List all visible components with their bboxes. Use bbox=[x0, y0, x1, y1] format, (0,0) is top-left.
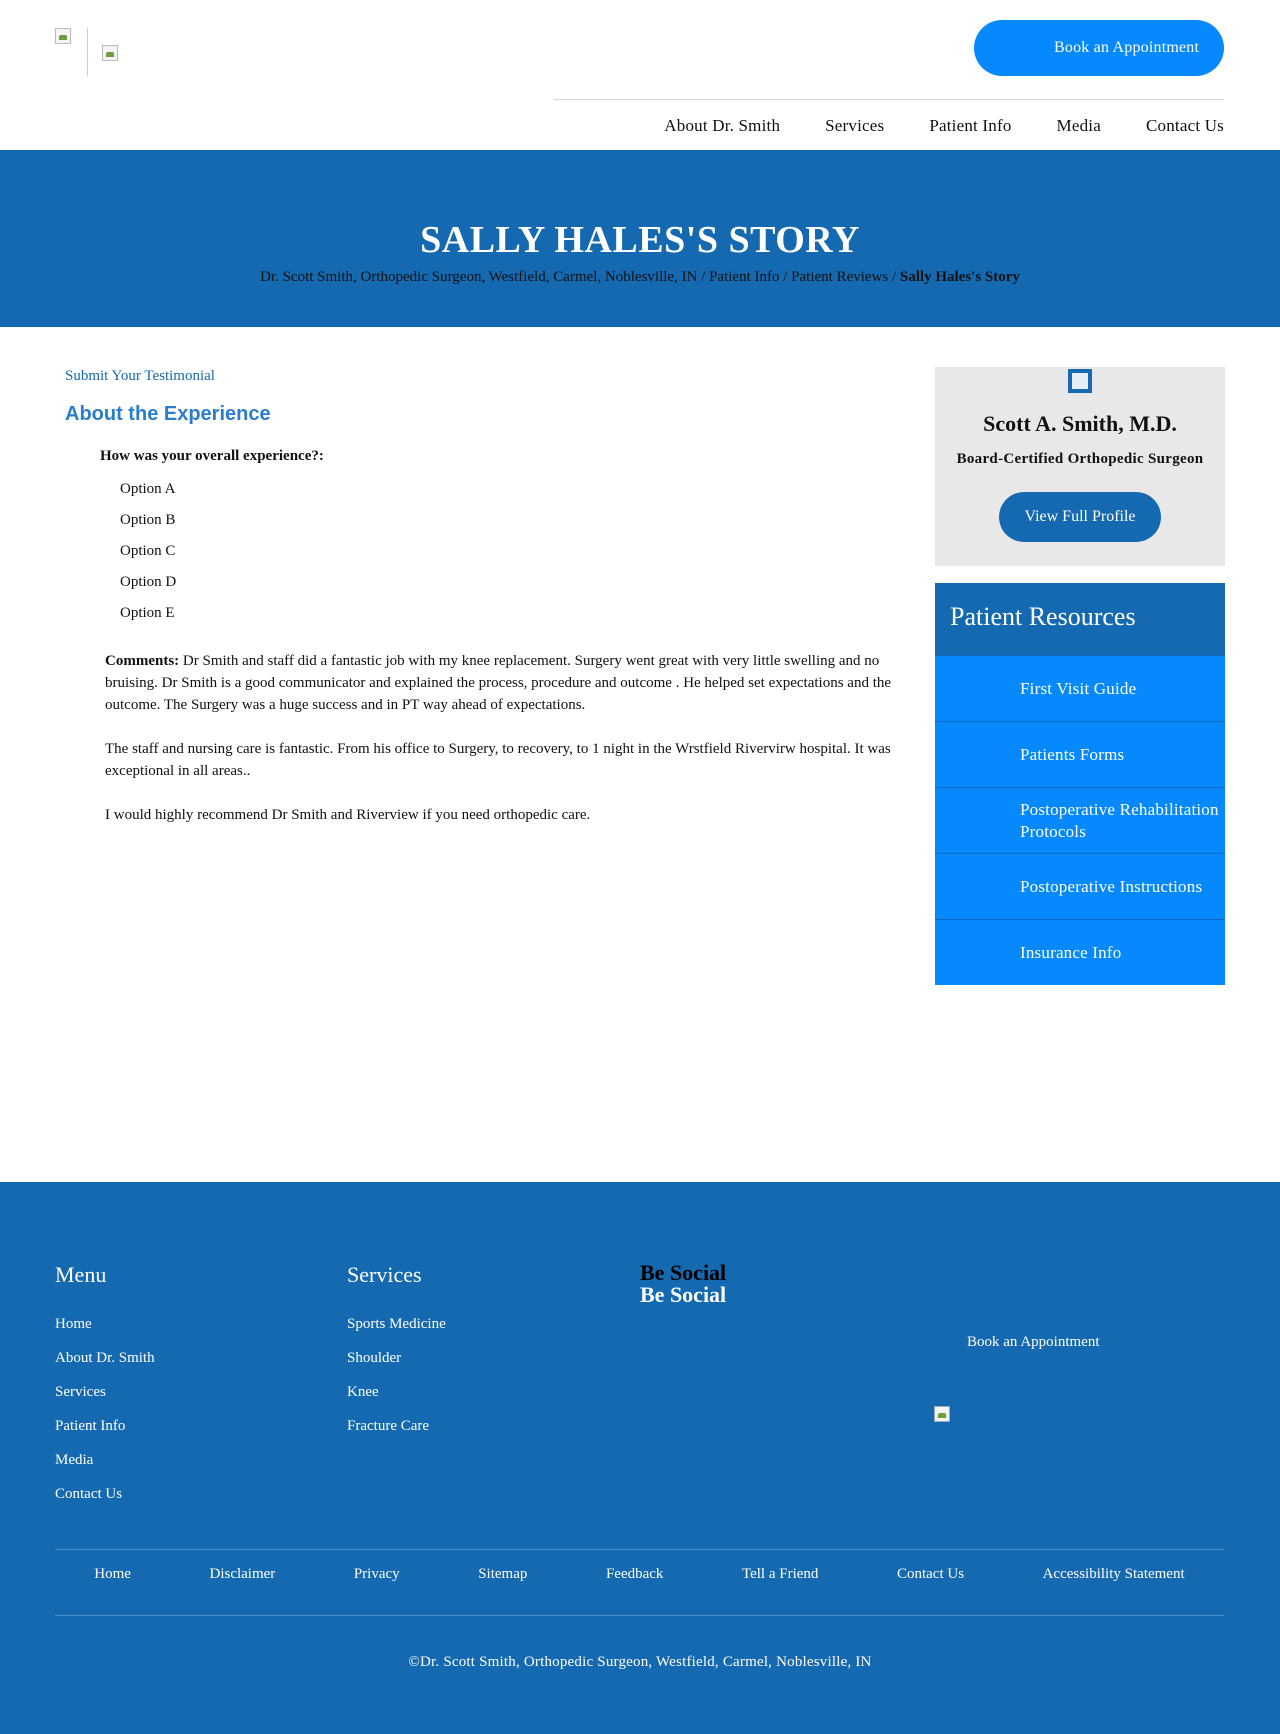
breadcrumb-separator: / bbox=[783, 269, 788, 285]
comments-block: Comments: Dr Smith and staff did a fanta… bbox=[105, 650, 895, 826]
footer-bottom-nav: Home Disclaimer Privacy Sitemap Feedback… bbox=[55, 1566, 1224, 1583]
doctor-photo bbox=[1068, 369, 1092, 393]
nav-media[interactable]: Media bbox=[1057, 116, 1101, 136]
breadcrumb-patient-info[interactable]: Patient Info bbox=[709, 269, 779, 285]
option-item: Option C bbox=[120, 543, 176, 559]
logo-image[interactable] bbox=[55, 28, 71, 44]
doctor-name: Scott A. Smith, M.D. bbox=[983, 411, 1177, 436]
resources-title: Patient Resources bbox=[935, 583, 1225, 655]
footer-menu-item[interactable]: Home bbox=[55, 1314, 155, 1348]
footer-service-item[interactable]: Sports Medicine bbox=[347, 1314, 446, 1348]
footer-service-item[interactable]: Knee bbox=[347, 1382, 446, 1416]
footer-menu-item[interactable]: About Dr. Smith bbox=[55, 1348, 155, 1382]
nav-contact[interactable]: Contact Us bbox=[1146, 116, 1224, 136]
bottom-nav-home[interactable]: Home bbox=[94, 1566, 131, 1583]
comments-paragraph: Dr Smith and staff did a fantastic job w… bbox=[105, 653, 892, 713]
nav-services[interactable]: Services bbox=[825, 116, 884, 136]
comments-label: Comments: bbox=[105, 653, 180, 669]
bottom-nav-tell-a-friend[interactable]: Tell a Friend bbox=[742, 1566, 818, 1583]
book-appointment-button[interactable]: Book an Appointment bbox=[974, 20, 1224, 76]
footer-logo-image[interactable] bbox=[934, 1406, 950, 1422]
bottom-nav-accessibility[interactable]: Accessibility Statement bbox=[1043, 1566, 1185, 1583]
option-item: Option A bbox=[120, 481, 176, 497]
footer-services: Services Sports Medicine Shoulder Knee F… bbox=[347, 1262, 446, 1450]
bottom-nav-sitemap[interactable]: Sitemap bbox=[478, 1566, 527, 1583]
submit-testimonial-link[interactable]: Submit Your Testimonial bbox=[65, 368, 215, 384]
footer-service-item[interactable]: Fracture Care bbox=[347, 1416, 446, 1450]
page-title: SALLY HALES'S STORY bbox=[420, 219, 860, 261]
site-header: Book an Appointment About Dr. Smith Serv… bbox=[0, 0, 1280, 150]
view-profile-button[interactable]: View Full Profile bbox=[999, 492, 1161, 542]
resource-first-visit-guide[interactable]: First Visit Guide bbox=[935, 655, 1225, 721]
footer-menu-item[interactable]: Contact Us bbox=[55, 1484, 155, 1518]
footer-menu: Menu Home About Dr. Smith Services Patie… bbox=[55, 1262, 155, 1518]
breadcrumb-separator: / bbox=[701, 269, 706, 285]
resource-rehab-protocols[interactable]: Postoperative Rehabilitation Protocols bbox=[935, 787, 1225, 853]
bottom-nav-contact[interactable]: Contact Us bbox=[897, 1566, 964, 1583]
option-item: Option B bbox=[120, 512, 176, 528]
footer-book-appointment[interactable]: Book an Appointment bbox=[967, 1334, 1100, 1351]
logo-area bbox=[55, 28, 118, 76]
experience-question: How was your overall experience?: bbox=[100, 448, 324, 464]
footer-services-title: Services bbox=[347, 1262, 422, 1287]
footer-social: Be Social Be Social bbox=[640, 1262, 726, 1306]
footer-divider bbox=[55, 1615, 1224, 1616]
footer-menu-item[interactable]: Patient Info bbox=[55, 1416, 155, 1450]
resource-postop-instructions[interactable]: Postoperative Instructions bbox=[935, 853, 1225, 919]
option-item: Option E bbox=[120, 605, 175, 621]
doctor-title: Board-Certified Orthopedic Surgeon bbox=[956, 451, 1204, 467]
footer-divider bbox=[55, 1549, 1224, 1550]
footer-menu-title: Menu bbox=[55, 1262, 107, 1287]
section-title: About the Experience bbox=[65, 403, 271, 425]
secondary-logo-image[interactable] bbox=[102, 45, 118, 61]
experience-options: Option A Option B Option C Option D Opti… bbox=[120, 479, 895, 634]
comments-paragraph: I would highly recommend Dr Smith and Ri… bbox=[105, 807, 591, 823]
main-content: Submit Your Testimonial About the Experi… bbox=[0, 327, 1280, 1182]
breadcrumb-home[interactable]: Dr. Scott Smith, Orthopedic Surgeon, Wes… bbox=[260, 269, 697, 285]
option-item: Option D bbox=[120, 574, 177, 590]
bottom-nav-feedback[interactable]: Feedback bbox=[606, 1566, 663, 1583]
patient-resources: Patient Resources First Visit Guide Pati… bbox=[935, 583, 1225, 985]
nav-about[interactable]: About Dr. Smith bbox=[664, 116, 780, 136]
sidebar: Scott A. Smith, M.D. Board-Certified Ort… bbox=[935, 367, 1225, 985]
nav-patient-info[interactable]: Patient Info bbox=[929, 116, 1011, 136]
breadcrumb: Dr. Scott Smith, Orthopedic Surgeon, Wes… bbox=[0, 269, 1280, 286]
breadcrumb-current: Sally Hales's Story bbox=[899, 269, 1020, 285]
footer-service-item[interactable]: Shoulder bbox=[347, 1348, 446, 1382]
footer-menu-item[interactable]: Services bbox=[55, 1382, 155, 1416]
bottom-nav-privacy[interactable]: Privacy bbox=[354, 1566, 400, 1583]
breadcrumb-separator: / bbox=[892, 269, 897, 285]
nav-divider bbox=[554, 99, 1224, 100]
site-footer: Menu Home About Dr. Smith Services Patie… bbox=[0, 1182, 1280, 1734]
copyright-text: ©Dr. Scott Smith, Orthopedic Surgeon, We… bbox=[408, 1654, 872, 1670]
bottom-nav-disclaimer[interactable]: Disclaimer bbox=[209, 1566, 275, 1583]
resource-patients-forms[interactable]: Patients Forms bbox=[935, 721, 1225, 787]
page-hero: SALLY HALES'S STORY Dr. Scott Smith, Ort… bbox=[0, 150, 1280, 327]
doctor-profile-card: Scott A. Smith, M.D. Board-Certified Ort… bbox=[935, 367, 1225, 566]
testimonial-content: Submit Your Testimonial About the Experi… bbox=[65, 367, 895, 848]
social-title: Be Social bbox=[640, 1282, 727, 1307]
logo-divider bbox=[87, 28, 88, 76]
comments-paragraph: The staff and nursing care is fantastic.… bbox=[105, 741, 891, 779]
main-nav: About Dr. Smith Services Patient Info Me… bbox=[619, 116, 1224, 136]
social-title: Be Social bbox=[640, 1260, 727, 1285]
footer-menu-item[interactable]: Media bbox=[55, 1450, 155, 1484]
breadcrumb-patient-reviews[interactable]: Patient Reviews bbox=[791, 269, 888, 285]
resource-insurance-info[interactable]: Insurance Info bbox=[935, 919, 1225, 985]
